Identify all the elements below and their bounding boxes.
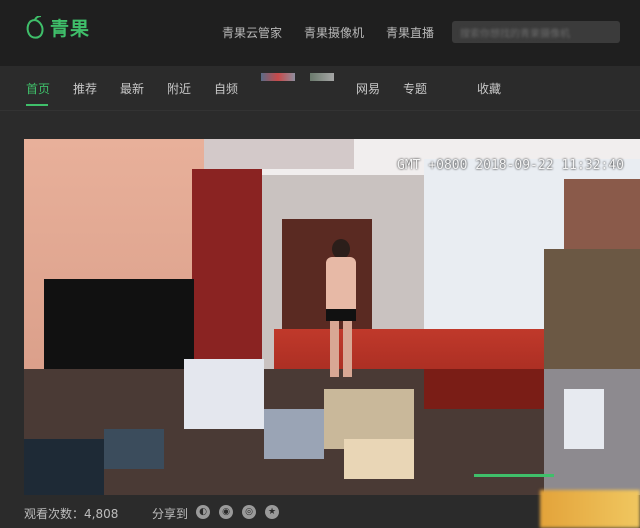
mosaic-block	[564, 179, 640, 249]
person-shorts	[326, 309, 356, 321]
tab-favorites[interactable]: 收藏	[477, 80, 501, 97]
mosaic-block	[564, 389, 604, 449]
mosaic-tab-placeholder	[310, 73, 334, 81]
leaf-logo-icon	[26, 15, 44, 39]
mosaic-block	[184, 359, 264, 429]
share-label: 分享到	[152, 507, 189, 521]
wechat-icon[interactable]: ◐	[196, 505, 210, 519]
mosaic-tab-placeholder	[261, 73, 295, 81]
top-nav: 青果云管家 青果摄像机 青果直播	[222, 24, 434, 41]
tab-self-channel[interactable]: 自频	[214, 80, 238, 97]
brand-name: 青果	[50, 18, 91, 40]
topnav-cloud[interactable]: 青果云管家	[222, 24, 282, 41]
person-leg	[343, 321, 352, 377]
tab-netease[interactable]: 网易	[356, 80, 380, 97]
person-head	[332, 239, 350, 259]
qq-icon[interactable]: ◉	[219, 505, 233, 519]
topnav-camera[interactable]: 青果摄像机	[304, 24, 364, 41]
brand-logo[interactable]: 青果	[24, 14, 90, 41]
video-progress-bar[interactable]	[474, 474, 554, 477]
weibo-icon[interactable]: ◎	[242, 505, 256, 519]
mosaic-block	[424, 369, 544, 409]
mosaic-block	[104, 429, 164, 469]
active-tab-indicator	[26, 104, 48, 106]
tab-topics[interactable]: 专题	[403, 80, 427, 97]
camera-timestamp: GMT +0800 2018-09-22 11:32:40	[397, 158, 624, 173]
mosaic-block	[204, 139, 354, 169]
person-leg	[330, 321, 339, 377]
mosaic-block	[344, 439, 414, 479]
topnav-live[interactable]: 青果直播	[386, 24, 434, 41]
tab-home[interactable]: 首页	[26, 80, 50, 97]
mosaic-block	[544, 249, 640, 369]
person-figure	[320, 239, 364, 379]
top-header: 青果 青果云管家 青果摄像机 青果直播 搜索你想找的青果摄像机	[0, 0, 640, 66]
person-body	[326, 257, 356, 317]
mosaic-block	[264, 409, 324, 459]
view-count: 观看次数：4,808	[24, 507, 119, 521]
search-input[interactable]: 搜索你想找的青果摄像机	[452, 21, 620, 43]
tab-latest[interactable]: 最新	[120, 80, 144, 97]
search-placeholder: 搜索你想找的青果摄像机	[460, 29, 570, 40]
share-icons: ◐ ◉ ◎ ★	[196, 505, 279, 519]
tab-recommended[interactable]: 推荐	[73, 80, 97, 97]
scene-door	[192, 169, 262, 369]
corner-watermark	[540, 490, 640, 528]
tab-nearby[interactable]: 附近	[167, 80, 191, 97]
qzone-icon[interactable]: ★	[265, 505, 279, 519]
camera-video-player[interactable]: GMT +0800 2018-09-22 11:32:40	[24, 139, 640, 495]
mosaic-block	[24, 439, 104, 495]
